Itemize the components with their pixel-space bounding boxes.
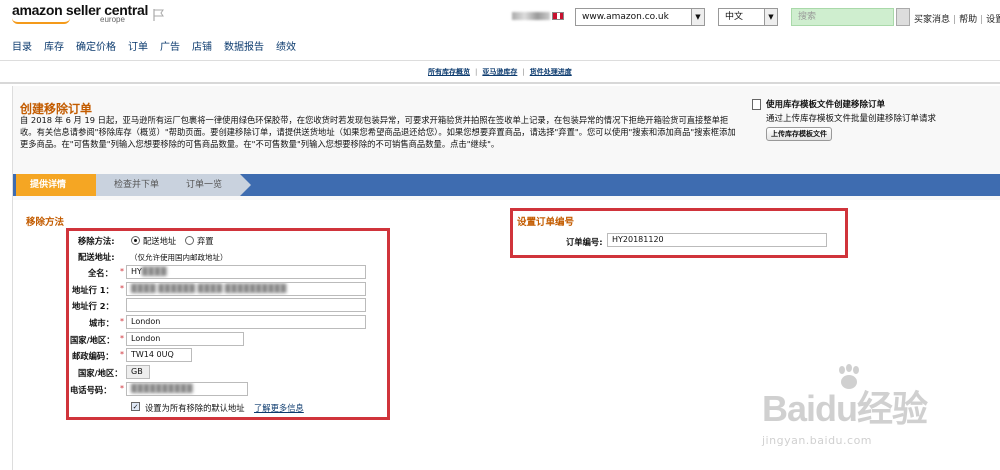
required-marker: *: [120, 384, 124, 393]
default-address-checkbox[interactable]: ✓: [131, 402, 140, 411]
sublink-shipment-progress[interactable]: 货件处理进度: [530, 68, 572, 76]
ship-address-label: 配送地址:: [78, 252, 115, 262]
city-label: 城市：: [89, 318, 114, 328]
nav-catalog[interactable]: 目录: [12, 38, 32, 56]
document-icon: [752, 99, 761, 110]
redacted-text: ████ ██████ ████ ██████████: [131, 284, 287, 293]
top-bar: amazon seller central europe www.amazon.…: [0, 0, 1000, 34]
country-label: 国家/地区：: [78, 368, 123, 378]
chevron-down-icon: ▼: [691, 9, 704, 25]
redacted-text: ██████████: [131, 384, 193, 393]
redacted-text: ████: [141, 267, 167, 276]
page-description: 自 2018 年 6 月 19 日起，亚马逊所有运厂包裹将一律使用绿色环保胶带，…: [20, 115, 736, 149]
phone-field[interactable]: ██████████: [126, 382, 248, 396]
full-name-label: 全名：: [88, 268, 113, 278]
step-review-place[interactable]: 检查并下单: [96, 174, 179, 196]
order-id-label: 订单编号:: [566, 237, 603, 247]
removal-method-title: 移除方法: [26, 217, 65, 228]
radio-ship-to-address[interactable]: [131, 236, 140, 245]
nav-stores[interactable]: 店铺: [192, 38, 212, 56]
divider: |: [980, 15, 984, 25]
full-name-field[interactable]: HY████: [126, 265, 366, 279]
required-marker: *: [120, 350, 124, 359]
sublink-inventory-overview[interactable]: 所有库存概览: [428, 68, 470, 76]
divider: |: [953, 15, 957, 25]
watermark-logo-text: Baidu经验: [762, 388, 928, 429]
language-select[interactable]: 中文 ▼: [718, 8, 778, 26]
postal-code-label: 邮政编码：: [72, 351, 114, 361]
flag-icon[interactable]: [152, 8, 166, 22]
removal-method-label: 移除方法:: [78, 236, 115, 246]
search-button[interactable]: [896, 8, 910, 26]
phone-label: 电话号码：: [70, 385, 112, 395]
address-line2-field[interactable]: [126, 298, 366, 312]
sub-nav: 所有库存概览 | 亚马逊库存 | 货件处理进度: [428, 67, 572, 77]
search-input[interactable]: 搜索: [791, 8, 894, 26]
region-field[interactable]: London: [126, 332, 244, 346]
divider: |: [522, 68, 525, 76]
step-provide-details[interactable]: 提供详情: [16, 174, 107, 196]
address-line2-label: 地址行 2：: [72, 301, 114, 311]
radio-dispose-label[interactable]: 弃置: [197, 235, 214, 247]
template-upload-title: 使用库存模板文件创建移除订单: [748, 98, 988, 110]
upload-template-button[interactable]: 上传库存模板文件: [766, 127, 832, 141]
full-name-value: HY: [131, 267, 142, 276]
marketplace-select[interactable]: www.amazon.co.uk ▼: [575, 8, 705, 26]
required-marker: *: [120, 267, 124, 276]
nav-reports[interactable]: 数据报告: [224, 38, 264, 56]
logo-text: amazon seller central: [12, 2, 149, 18]
amazon-smile-icon: [12, 18, 70, 24]
order-id-title: 设置订单编号: [517, 217, 575, 228]
address-note: （仅允许使用国内邮政地址）: [130, 253, 228, 262]
region-label: 国家/地区：: [70, 335, 115, 345]
radio-ship-to-address-label[interactable]: 配送地址: [143, 235, 176, 247]
nav-inventory[interactable]: 库存: [44, 38, 64, 56]
address-line1-field[interactable]: ████ ██████ ████ ██████████: [126, 282, 366, 296]
help-link[interactable]: 帮助: [959, 15, 977, 25]
order-id-field[interactable]: HY20181120: [607, 233, 827, 247]
city-field[interactable]: London: [126, 315, 366, 329]
nav-advertising[interactable]: 广告: [160, 38, 180, 56]
template-upload-title-text: 使用库存模板文件创建移除订单: [766, 100, 886, 110]
uk-flag-icon: [552, 12, 564, 20]
learn-more-link[interactable]: 了解更多信息: [254, 402, 304, 414]
postal-code-field[interactable]: TW14 0UQ: [126, 348, 192, 362]
country-value: GB: [126, 365, 150, 379]
language-value: 中文: [725, 12, 744, 22]
address-line1-label: 地址行 1：: [72, 285, 114, 295]
search-placeholder: 搜索: [798, 12, 817, 22]
step-progress-bar: 提供详情 订单一览 检查并下单: [13, 174, 1000, 196]
required-marker: *: [120, 334, 124, 343]
divider: |: [475, 68, 478, 76]
baidu-watermark: Baidu经验 jingyan.baidu.com: [762, 364, 992, 464]
nav-performance[interactable]: 绩效: [276, 38, 296, 56]
divider: [0, 60, 1000, 61]
template-upload-box: 使用库存模板文件创建移除订单 通过上传库存模板文件批量创建移除订单请求 上传库存…: [748, 98, 988, 141]
required-marker: *: [120, 317, 124, 326]
main-nav: 目录 库存 确定价格 订单 广告 店铺 数据报告 绩效: [12, 38, 308, 56]
settings-link[interactable]: 设置: [986, 15, 1000, 25]
template-upload-subtitle: 通过上传库存模板文件批量创建移除订单请求: [766, 114, 937, 124]
marketplace-value: www.amazon.co.uk: [582, 12, 669, 22]
required-marker: *: [120, 284, 124, 293]
chevron-down-icon: ▼: [764, 9, 777, 25]
default-address-label: 设置为所有移除的默认地址: [145, 403, 245, 413]
account-name-blurred: [512, 12, 550, 20]
radio-dispose[interactable]: [185, 236, 194, 245]
sublink-amazon-inventory[interactable]: 亚马逊库存: [482, 68, 517, 76]
watermark-url: jingyan.baidu.com: [762, 434, 873, 447]
buyer-messages-link[interactable]: 买家消息: [914, 15, 950, 25]
nav-pricing[interactable]: 确定价格: [76, 38, 116, 56]
nav-orders[interactable]: 订单: [128, 38, 148, 56]
top-links: 买家消息 | 帮助 | 设置: [914, 12, 1000, 25]
divider: [0, 82, 1000, 84]
